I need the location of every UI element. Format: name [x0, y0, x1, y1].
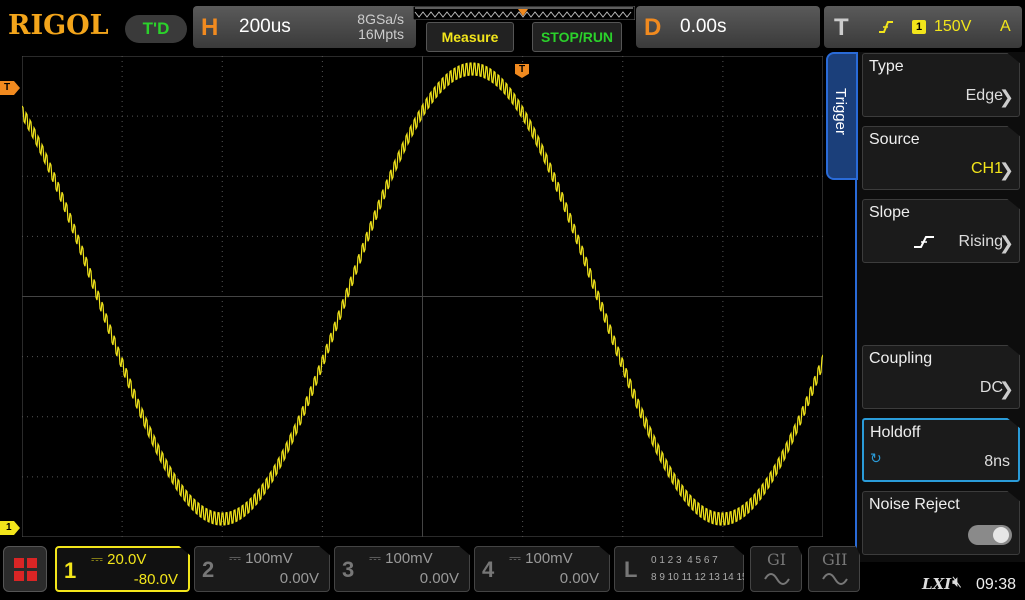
channel4-offset: 0.00V	[559, 570, 599, 587]
type-value: Edge	[965, 87, 1003, 104]
trigger-level-marker[interactable]: T	[0, 81, 20, 95]
slope-label: Slope	[869, 204, 910, 221]
menu-item-type[interactable]: Type Edge ❯	[862, 53, 1020, 117]
channel1-number: 1	[64, 558, 77, 583]
main-menu-button[interactable]	[3, 546, 47, 592]
chevron-right-icon: ❯	[998, 160, 1014, 180]
grid-menu-icon	[14, 558, 37, 581]
clock-time: 09:38	[976, 576, 1017, 593]
measure-button[interactable]: Measure	[426, 22, 514, 52]
noise-reject-toggle[interactable]	[968, 525, 1012, 545]
rigol-logo: RIGOL	[8, 10, 109, 41]
menu-item-slope[interactable]: Slope Rising ❯	[862, 199, 1020, 263]
channel2-scale: ⎓ 100mV	[229, 550, 293, 567]
channel4-box[interactable]: 4 ⎓ 100mV 0.00V	[474, 546, 610, 592]
delay-box[interactable]: D 0.00s	[636, 6, 820, 48]
noise-reject-label: Noise Reject	[869, 496, 960, 513]
generator2-label: GII	[822, 550, 848, 569]
delay-letter: D	[644, 14, 662, 41]
trigger-source-badge: 1	[912, 20, 926, 34]
type-label: Type	[869, 58, 904, 75]
lxi-logo: LXI	[922, 575, 952, 593]
channel4-number: 4	[482, 557, 495, 582]
speaker-muted-icon[interactable]: 🔇︎	[952, 574, 962, 592]
trigger-info-box[interactable]: T 1 150V A	[824, 6, 1022, 48]
waveform-display[interactable]	[22, 56, 823, 537]
memory-overview-strip	[413, 6, 635, 20]
channel3-number: 3	[342, 557, 355, 582]
toggle-knob	[993, 527, 1009, 543]
chevron-right-icon: ❯	[998, 233, 1014, 253]
menu-item-coupling[interactable]: Coupling DC ❯	[862, 345, 1020, 409]
trigger-tab-label: Trigger	[832, 88, 849, 135]
channel3-scale: ⎓ 100mV	[369, 550, 433, 567]
acquisition-status-badge: T'D	[125, 15, 187, 43]
channel4-scale-value: 100mV	[525, 550, 573, 567]
channel2-offset: 0.00V	[279, 570, 319, 587]
menu-item-source[interactable]: Source CH1 ❯	[862, 126, 1020, 190]
generator1-label: GI	[767, 550, 787, 569]
sine-wave-icon	[822, 573, 848, 585]
trigger-level: 150V	[934, 18, 972, 35]
rotate-knob-icon: ↻	[870, 450, 882, 466]
delay-value: 0.00s	[680, 16, 727, 37]
trigger-letter: T	[834, 14, 849, 41]
holdoff-label: Holdoff	[870, 424, 921, 441]
channel1-offset-marker[interactable]: 1	[0, 521, 20, 535]
chevron-right-icon: ❯	[998, 379, 1014, 399]
sine-wave-icon	[764, 573, 790, 585]
trigger-menu-tab[interactable]: Trigger	[826, 52, 858, 180]
channel3-box[interactable]: 3 ⎓ 100mV 0.00V	[334, 546, 470, 592]
generator2-button[interactable]: GII	[808, 546, 860, 592]
horizontal-timebase-box[interactable]: H 200us 8GSa/s 16Mpts	[193, 6, 416, 48]
logic-channels-row2: 8 9 10 11 12 13 14 15	[651, 572, 748, 583]
slope-value: Rising	[958, 233, 1003, 250]
channel2-number: 2	[202, 557, 215, 582]
holdoff-value: 8ns	[984, 453, 1010, 470]
trigger-mode: A	[1000, 18, 1011, 35]
menu-item-noise-reject[interactable]: Noise Reject	[862, 491, 1020, 555]
channel2-scale-value: 100mV	[245, 550, 293, 567]
logic-analyzer-box[interactable]: L 0 1 2 3 4 5 6 7 8 9 10 11 12 13 14 15	[614, 546, 744, 592]
channel1-box[interactable]: 1 ⎓ 20.0V -80.0V	[55, 546, 190, 592]
sample-info: 8GSa/s 16Mpts	[357, 12, 404, 42]
channel1-offset: -80.0V	[133, 571, 178, 588]
rising-edge-icon	[879, 21, 893, 33]
channel3-scale-value: 100mV	[385, 550, 433, 567]
logic-channels-row1: 0 1 2 3 4 5 6 7	[651, 555, 718, 566]
channel1-scale: ⎓ 20.0V	[91, 551, 147, 568]
coupling-label: Coupling	[869, 350, 933, 367]
horizontal-letter: H	[201, 14, 219, 41]
channel4-scale: ⎓ 100mV	[509, 550, 573, 567]
channel2-box[interactable]: 2 ⎓ 100mV 0.00V	[194, 546, 330, 592]
memory-depth: 16Mpts	[358, 26, 404, 42]
rising-slope-icon	[914, 236, 934, 248]
menu-item-holdoff[interactable]: Holdoff ↻ 8ns	[862, 418, 1020, 482]
stop-run-button[interactable]: STOP/RUN	[532, 22, 622, 52]
logic-letter: L	[624, 557, 638, 582]
source-label: Source	[869, 131, 920, 148]
chevron-right-icon: ❯	[998, 87, 1014, 107]
channel1-scale-value: 20.0V	[107, 551, 147, 568]
sample-rate: 8GSa/s	[357, 11, 404, 27]
channel3-offset: 0.00V	[419, 570, 459, 587]
timebase-value: 200us	[239, 16, 291, 37]
generator1-button[interactable]: GI	[750, 546, 802, 592]
